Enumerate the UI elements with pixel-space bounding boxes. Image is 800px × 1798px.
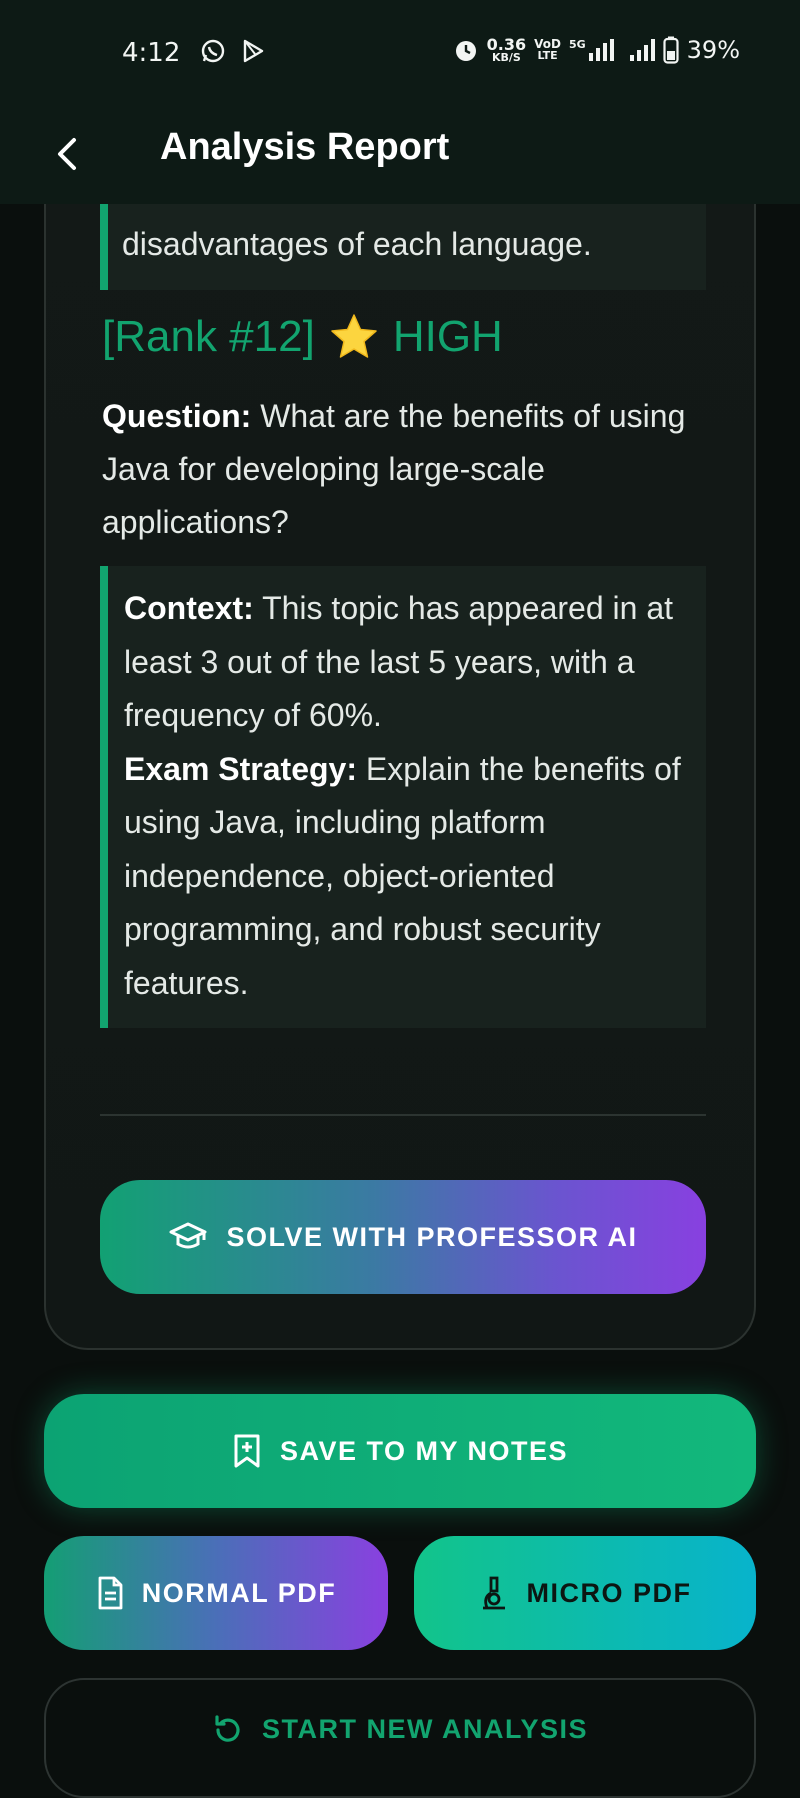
battery-percent: 39%: [686, 36, 740, 64]
question-text: Question: What are the benefits of using…: [102, 390, 702, 549]
back-arrow-icon[interactable]: [48, 134, 88, 174]
question-label: Question:: [102, 398, 252, 434]
star-icon: [331, 314, 377, 358]
context-label: Context:: [124, 590, 254, 626]
save-to-notes-button[interactable]: SAVE TO MY NOTES: [44, 1394, 756, 1508]
solve-with-professor-ai-button[interactable]: SOLVE WITH PROFESSOR AI: [100, 1180, 706, 1294]
start-new-analysis-button[interactable]: START NEW ANALYSIS: [44, 1678, 756, 1798]
priority-label: HIGH: [392, 312, 503, 361]
notification-icons: [200, 38, 266, 64]
previous-context-text: disadvantages of each language.: [122, 226, 592, 262]
play-store-icon: [243, 39, 264, 63]
signal-bars-icon: [588, 39, 614, 61]
app-bar: Analysis Report: [0, 104, 800, 204]
network-speed: 0.36 KB/S: [486, 35, 527, 64]
page-title: Analysis Report: [160, 126, 450, 168]
rank-label: [Rank #12]: [102, 312, 315, 361]
document-icon: [98, 1576, 123, 1610]
refresh-icon: [215, 1715, 240, 1742]
rank-heading: [Rank #12] HIGH: [102, 312, 503, 362]
report-card: disadvantages of each language. [Rank #1…: [44, 120, 756, 1350]
normal-pdf-button[interactable]: NORMAL PDF: [44, 1536, 388, 1650]
graduation-cap-icon: [169, 1222, 207, 1249]
signal-bars-icon: [629, 39, 655, 61]
signal-5g: 5G: [569, 39, 614, 61]
strategy-body: Explain the benefits of using Java, incl…: [124, 750, 681, 1001]
context-block: Context: This topic has appeared in at l…: [100, 566, 706, 1028]
battery-icon: [663, 36, 679, 64]
divider: [100, 1114, 706, 1116]
alarm-icon: [455, 41, 476, 61]
volte-indicator: VoD LTE: [534, 37, 561, 62]
micro-pdf-button[interactable]: MICRO PDF: [414, 1536, 756, 1650]
whatsapp-icon: [201, 39, 225, 63]
microscope-icon: [482, 1576, 505, 1610]
status-time: 4:12: [122, 38, 181, 68]
status-right: 0.36 KB/S VoD LTE 5G 39%: [453, 36, 740, 64]
status-bar: 4:12 0.36 KB/S VoD LTE 5G 39%: [0, 0, 800, 104]
bookmark-plus-icon: [234, 1434, 260, 1468]
strategy-label: Exam Strategy:: [124, 750, 357, 787]
